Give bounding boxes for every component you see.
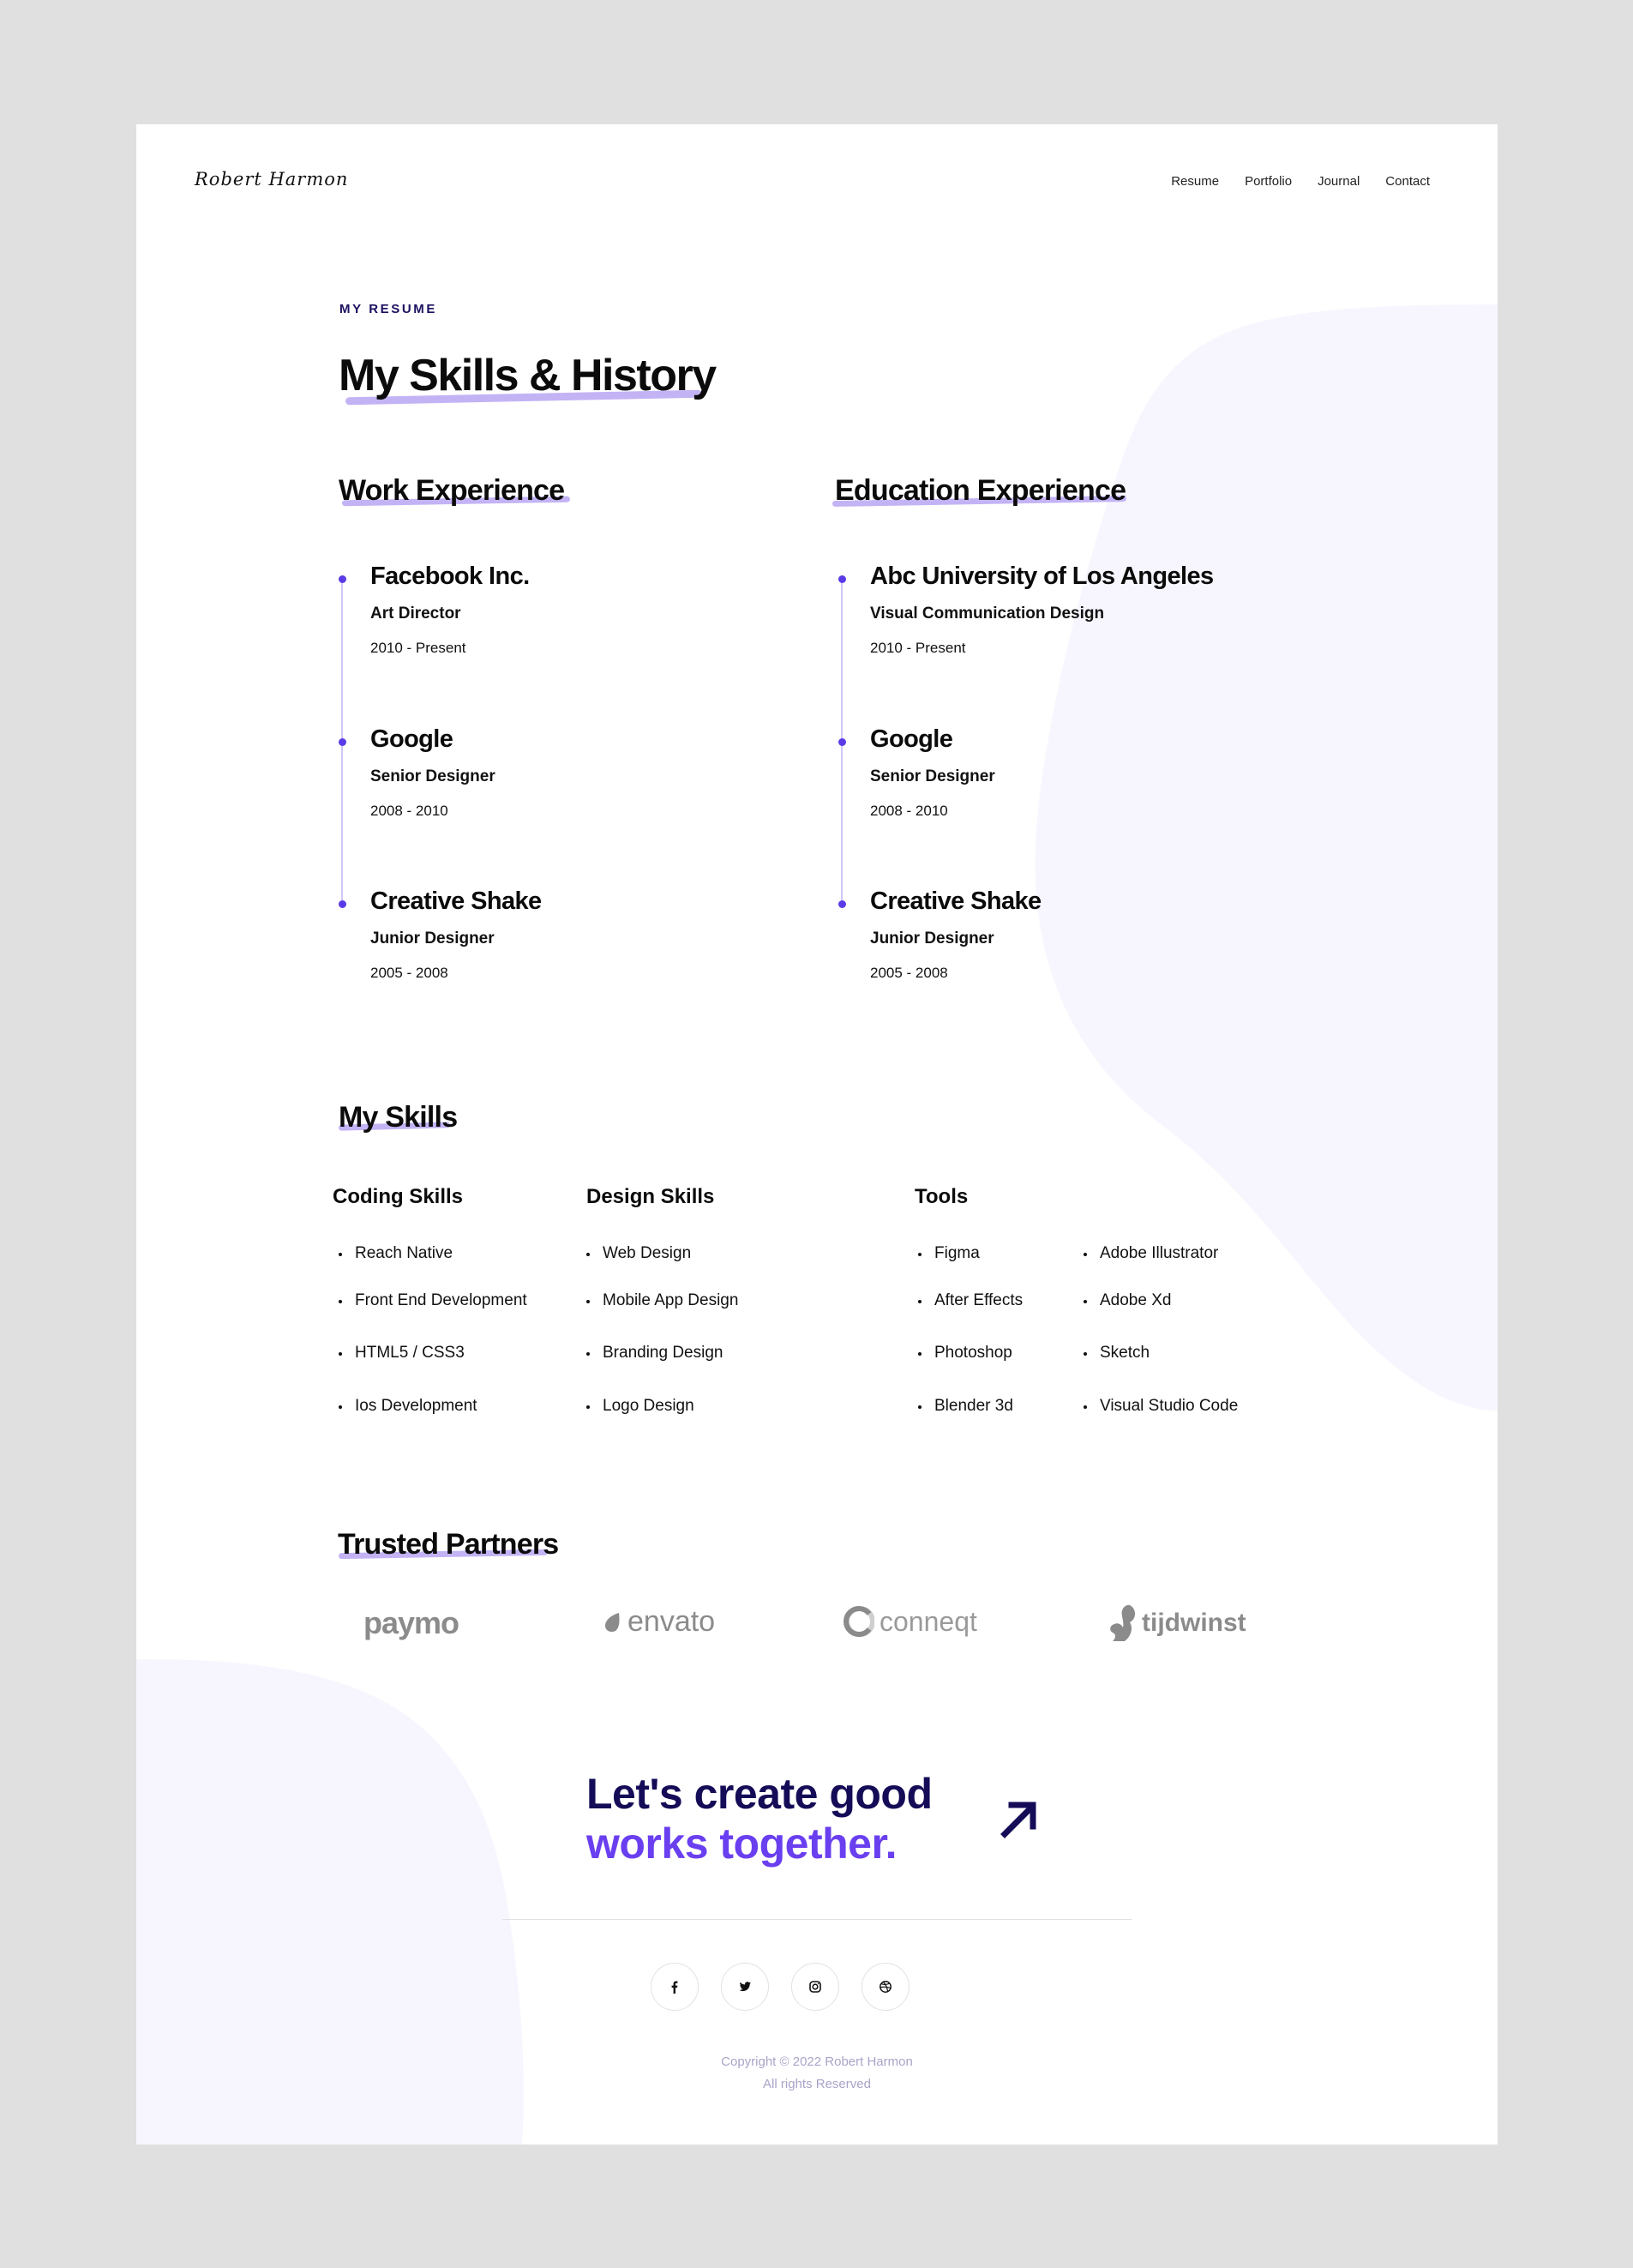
school-name: Creative Shake <box>870 887 1042 915</box>
partner-name: conneqt <box>880 1605 977 1637</box>
cta-line-2: works together. <box>586 1820 898 1868</box>
tools-heading: Tools <box>915 1185 969 1208</box>
company-name: Creative Shake <box>370 887 542 915</box>
timeline-dot <box>838 575 846 583</box>
education-experience-heading: Education Experience <box>835 474 1126 507</box>
arrow-up-right-icon[interactable] <box>998 1798 1039 1839</box>
study-field: Junior Designer <box>870 929 994 948</box>
instagram-button[interactable] <box>791 1963 839 2011</box>
job-role: Junior Designer <box>370 929 495 948</box>
footer-divider <box>502 1919 1132 1920</box>
list-item: Visual Studio Code <box>1084 1397 1238 1416</box>
study-dates: 2010 - Present <box>870 640 966 656</box>
timeline-dot <box>339 738 346 746</box>
facebook-icon <box>671 1981 678 1994</box>
page-title: My Skills & History <box>339 351 717 400</box>
rights-text: All rights Reserved <box>763 2077 871 2091</box>
copyright-text: Copyright © 2022 Robert Harmon <box>721 2054 913 2069</box>
list-item: Branding Design <box>586 1344 723 1363</box>
main-nav: Resume Portfolio Journal Contact <box>1171 174 1430 189</box>
job-role: Senior Designer <box>370 767 495 785</box>
section-eyebrow: MY RESUME <box>339 302 437 316</box>
school-name: Google <box>870 725 953 753</box>
nav-resume[interactable]: Resume <box>1171 174 1219 189</box>
partner-name: paymo <box>363 1605 459 1640</box>
timeline-dot <box>838 900 846 908</box>
list-item: Web Design <box>586 1244 691 1263</box>
partner-logo-conneqt[interactable]: conneqt <box>844 1605 977 1638</box>
list-item: Adobe Xd <box>1084 1291 1171 1310</box>
school-name: Abc University of Los Angeles <box>870 562 1214 590</box>
instagram-icon <box>809 1981 821 1993</box>
work-experience-heading: Work Experience <box>339 474 565 507</box>
nav-journal[interactable]: Journal <box>1318 174 1360 189</box>
job-dates: 2005 - 2008 <box>370 965 448 981</box>
job-role: Art Director <box>370 605 461 623</box>
study-field: Senior Designer <box>870 767 995 785</box>
list-item: Adobe Illustrator <box>1084 1244 1218 1263</box>
conneqt-mark-icon <box>844 1606 874 1637</box>
skills-heading: My Skills <box>339 1101 458 1134</box>
job-dates: 2010 - Present <box>370 640 466 656</box>
timeline-dot <box>339 575 346 583</box>
dribbble-button[interactable] <box>862 1963 910 2011</box>
page: Robert Harmon Resume Portfolio Journal C… <box>136 124 1498 2145</box>
list-item: Mobile App Design <box>586 1291 738 1310</box>
list-item: After Effects <box>918 1291 1023 1310</box>
work-timeline: Facebook Inc. Art Director 2010 - Presen… <box>339 562 784 1030</box>
list-item: Photoshop <box>918 1344 1012 1363</box>
education-timeline: Abc University of Los Angeles Visual Com… <box>838 562 1284 1030</box>
list-item: Front End Development <box>339 1291 527 1310</box>
partner-logo-envato[interactable]: envato <box>603 1605 715 1639</box>
dribbble-icon <box>880 1981 892 1993</box>
timeline-dot <box>339 900 346 908</box>
cta-line-1: Let's create good <box>586 1770 933 1818</box>
partner-name: tijdwinst <box>1142 1609 1246 1637</box>
twitter-button[interactable] <box>721 1963 769 2011</box>
twitter-icon <box>739 1982 751 1992</box>
list-item: Ios Development <box>339 1397 477 1416</box>
design-skills-heading: Design Skills <box>586 1185 715 1208</box>
list-item: Reach Native <box>339 1244 453 1263</box>
study-dates: 2008 - 2010 <box>870 803 948 819</box>
study-field: Visual Communication Design <box>870 605 1105 623</box>
facebook-button[interactable] <box>651 1963 699 2011</box>
partners-heading: Trusted Partners <box>338 1528 559 1561</box>
list-item: Blender 3d <box>918 1397 1013 1416</box>
partner-logo-paymo[interactable]: paymo <box>363 1605 459 1641</box>
company-name: Facebook Inc. <box>370 562 530 590</box>
study-dates: 2005 - 2008 <box>870 965 948 981</box>
list-item: Logo Design <box>586 1397 694 1416</box>
company-name: Google <box>370 725 453 753</box>
partner-name: envato <box>627 1605 716 1638</box>
squirrel-icon <box>1110 1604 1135 1641</box>
nav-portfolio[interactable]: Portfolio <box>1245 174 1292 189</box>
envato-leaf-icon <box>605 1612 620 1632</box>
list-item: Figma <box>918 1244 980 1263</box>
job-dates: 2008 - 2010 <box>370 803 448 819</box>
nav-contact[interactable]: Contact <box>1385 174 1430 189</box>
list-item: HTML5 / CSS3 <box>339 1344 465 1363</box>
list-item: Sketch <box>1084 1344 1150 1363</box>
site-logo[interactable]: Robert Harmon <box>195 169 348 190</box>
coding-skills-heading: Coding Skills <box>333 1185 464 1208</box>
partner-logo-tijdwinst[interactable]: tijdwinst <box>1108 1603 1246 1643</box>
timeline-dot <box>838 738 846 746</box>
